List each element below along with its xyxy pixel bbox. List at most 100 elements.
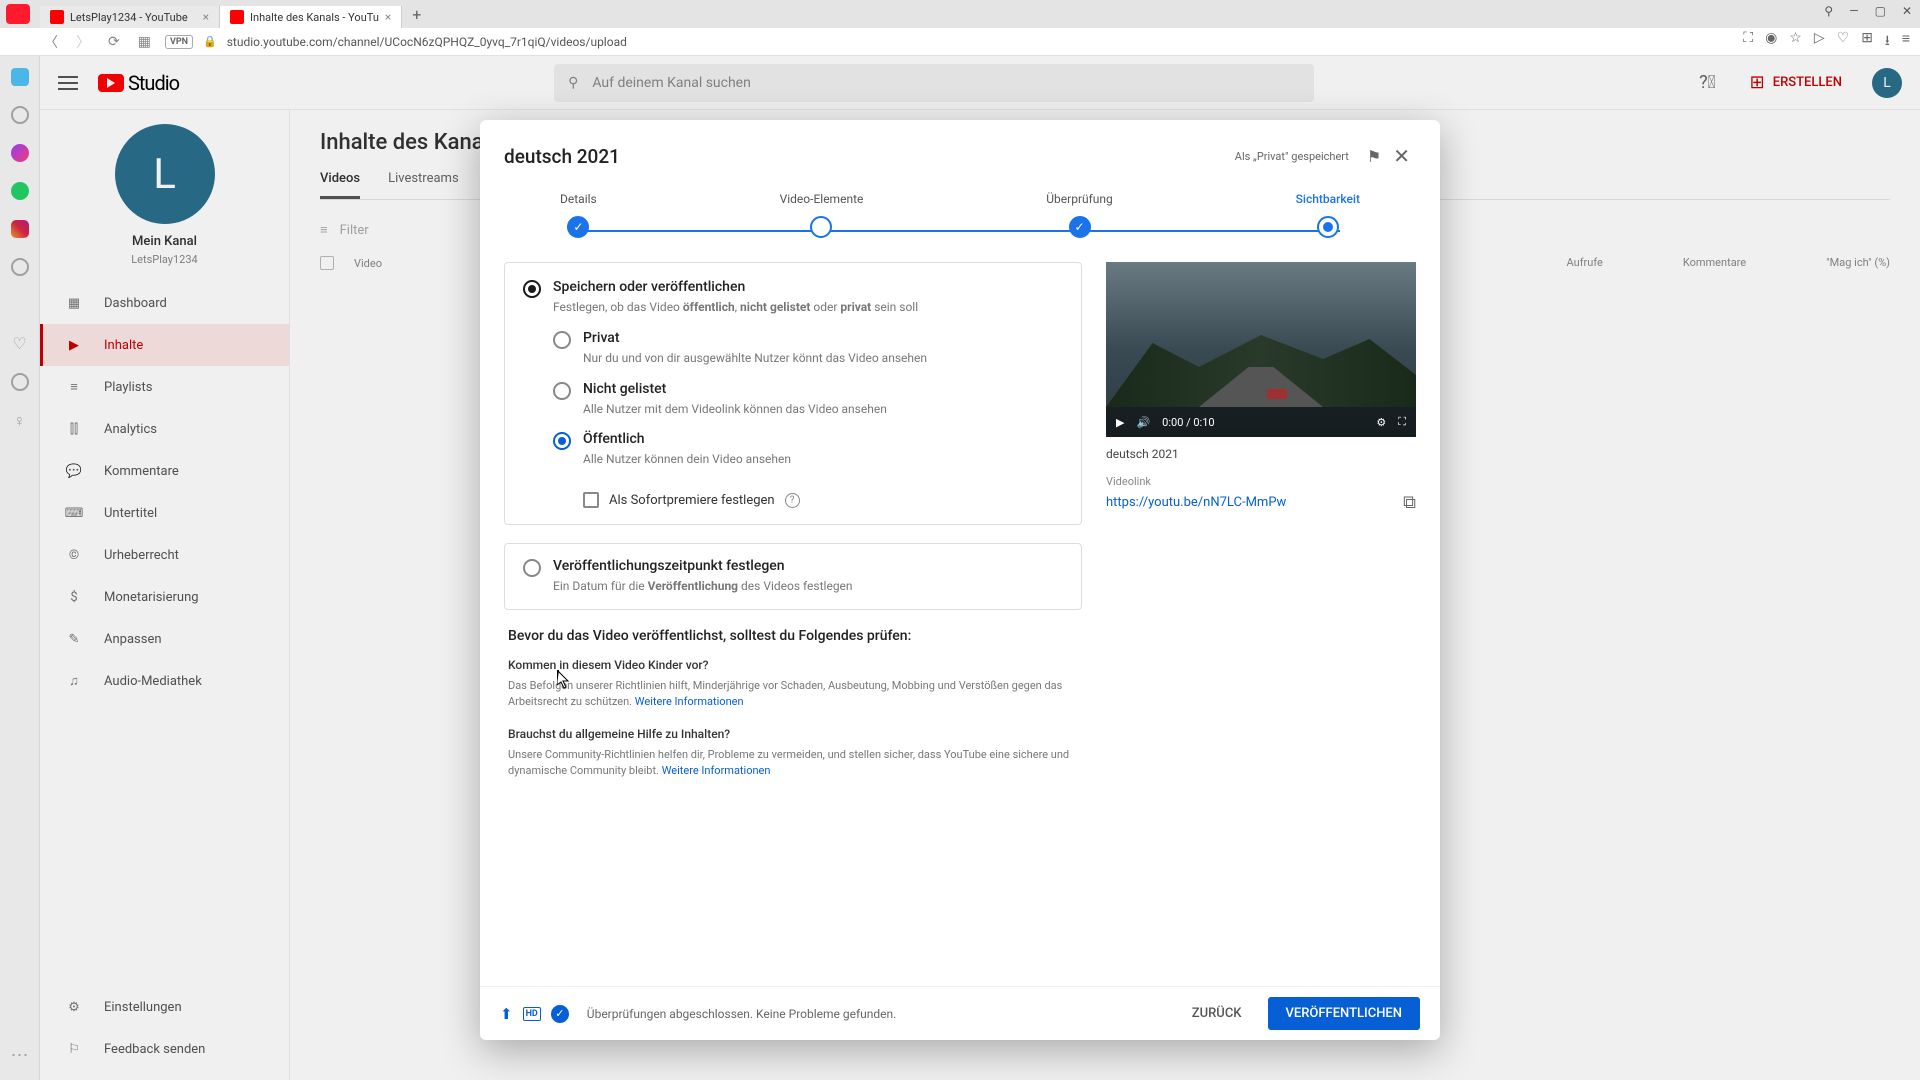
lock-icon[interactable]: 🔒 [203, 35, 217, 48]
radio-schedule[interactable]: Veröffentlichungszeitpunkt festlegen Ein… [523, 558, 1063, 595]
volume-icon[interactable]: 🔊 [1136, 416, 1150, 429]
snapshot-icon[interactable]: ⛶ [1743, 30, 1753, 54]
radio-unlisted[interactable]: Nicht gelistet Alle Nutzer mit dem Videol… [553, 381, 1063, 418]
option-title: Öffentlich [583, 431, 791, 447]
premiere-checkbox-row[interactable]: Als Sofortpremiere festlegen ? [583, 492, 1063, 508]
preview-panel: ▶ 🔊 0:00 / 0:10 ⚙ ⛶ deutsch 2021 Videoli… [1106, 262, 1416, 986]
tab-title: LetsPlay1234 - YouTube [70, 11, 188, 24]
modal-title: deutsch 2021 [504, 145, 1235, 168]
youtube-favicon [230, 10, 244, 24]
step-label: Überprüfung [1046, 192, 1113, 206]
option-title: Speichern oder veröffentlichen [553, 279, 918, 295]
preview-title: deutsch 2021 [1106, 447, 1416, 461]
radio-icon [553, 432, 571, 450]
kids-text: Das Befolgen unserer Richtlinien hilft, … [508, 678, 1078, 711]
back-icon[interactable]: 〈 [40, 32, 62, 52]
step-label: Video-Elemente [780, 192, 864, 206]
send-icon[interactable]: ▷ [1814, 30, 1825, 54]
link-label: Videolink [1106, 475, 1416, 488]
url-text[interactable]: studio.youtube.com/channel/UCocN6zQPHQZ_… [227, 35, 1734, 49]
link-row: https://youtu.be/nN7LC-MmPw ⧉ [1106, 492, 1416, 513]
play-icon[interactable]: ▶ [1116, 416, 1124, 429]
extensions-icon[interactable]: ⊞ [1861, 30, 1873, 54]
speed-dial-icon[interactable]: ▦ [134, 34, 155, 50]
radio-icon [523, 280, 541, 298]
tab-title: Inhalte des Kanals - YouTu [250, 11, 379, 24]
upload-modal: deutsch 2021 Als „Privat" gespeichert ⚑ … [480, 120, 1440, 1040]
upload-icon: ⬆ [500, 1005, 513, 1023]
option-desc: Ein Datum für die Veröffentlichung des V… [553, 578, 853, 595]
close-modal-icon[interactable]: ✕ [1387, 138, 1416, 174]
more-info-link[interactable]: Weitere Informationen [662, 764, 771, 777]
heart-icon[interactable]: ♡ [1837, 30, 1850, 54]
option-title: Privat [583, 330, 927, 346]
modal-header: deutsch 2021 Als „Privat" gespeichert ⚑ … [480, 120, 1440, 192]
footer-status: Überprüfungen abgeschlossen. Keine Probl… [587, 1007, 1166, 1021]
more-info-link[interactable]: Weitere Informationen [635, 695, 744, 708]
vpn-badge[interactable]: VPN [165, 35, 193, 49]
close-tab-icon[interactable]: × [385, 10, 391, 24]
modal-footer: ⬆ HD ✓ Überprüfungen abgeschlossen. Kein… [480, 986, 1440, 1040]
close-window-icon[interactable]: ✕ [1902, 4, 1912, 18]
camera-icon[interactable]: ◉ [1765, 30, 1777, 54]
video-time: 0:00 / 0:10 [1162, 416, 1214, 429]
save-publish-card: Speichern oder veröffentlichen Festlegen… [504, 262, 1082, 525]
browser-tab-active[interactable]: Inhalte des Kanals - YouTu × [220, 6, 402, 28]
premiere-label: Als Sofortpremiere festlegen [609, 493, 775, 508]
help-question: Brauchst du allgemeine Hilfe zu Inhalten… [508, 727, 1078, 741]
option-desc: Nur du und von dir ausgewählte Nutzer kö… [583, 350, 927, 367]
feedback-icon[interactable]: ⚑ [1361, 141, 1387, 172]
video-preview[interactable]: ▶ 🔊 0:00 / 0:10 ⚙ ⛶ [1106, 262, 1416, 437]
minimize-icon[interactable]: — [1849, 4, 1858, 18]
maximize-icon[interactable]: ▢ [1875, 4, 1886, 18]
forward-icon[interactable]: 〉 [72, 32, 94, 52]
option-title: Nicht gelistet [583, 381, 887, 397]
radio-icon [553, 382, 571, 400]
option-title: Veröffentlichungszeitpunkt festlegen [553, 558, 853, 574]
radio-icon [523, 559, 541, 577]
option-desc: Alle Nutzer können dein Video ansehen [583, 451, 791, 468]
copy-icon[interactable]: ⧉ [1403, 492, 1416, 513]
window-controls: ⚲ — ▢ ✕ [1824, 4, 1912, 18]
radio-public[interactable]: Öffentlich Alle Nutzer können dein Video … [553, 431, 1063, 468]
help-icon[interactable]: ? [785, 493, 800, 508]
help-text: Unsere Community-Richtlinien helfen dir,… [508, 747, 1078, 780]
video-controls: ▶ 🔊 0:00 / 0:10 ⚙ ⛶ [1106, 407, 1416, 437]
browser-tab[interactable]: LetsPlay1234 - YouTube × [40, 6, 220, 28]
step-label: Sichtbarkeit [1296, 192, 1360, 206]
step-details[interactable]: Details✓ [560, 192, 597, 238]
before-publish-section: Bevor du das Video veröffentlichst, soll… [504, 628, 1082, 780]
option-desc: Alle Nutzer mit dem Videolink können das… [583, 401, 887, 418]
publish-button[interactable]: VERÖFFENTLICHEN [1268, 997, 1420, 1030]
checkbox-icon [583, 492, 599, 508]
new-tab-button[interactable]: + [402, 1, 431, 28]
opera-menu-button[interactable] [6, 4, 30, 24]
close-tab-icon[interactable]: × [203, 10, 209, 24]
step-label: Details [560, 192, 597, 206]
step-visibility[interactable]: Sichtbarkeit [1296, 192, 1360, 238]
before-title: Bevor du das Video veröffentlichst, soll… [508, 628, 1078, 644]
check-icon: ✓ [551, 1005, 569, 1023]
back-button[interactable]: ZURÜCK [1176, 998, 1258, 1029]
step-review[interactable]: Überprüfung✓ [1046, 192, 1113, 238]
menu-icon[interactable]: ≡ [1902, 30, 1910, 54]
youtube-favicon [50, 10, 64, 24]
option-desc: Festlegen, ob das Video öffentlich, nich… [553, 299, 918, 316]
radio-save-publish[interactable]: Speichern oder veröffentlichen Festlegen… [523, 279, 1063, 316]
bookmark-icon[interactable]: ☆ [1789, 30, 1802, 54]
saved-status: Als „Privat" gespeichert [1235, 150, 1349, 163]
radio-private[interactable]: Privat Nur du und von dir ausgewählte Nut… [553, 330, 1063, 367]
modal-body: Speichern oder veröffentlichen Festlegen… [480, 262, 1440, 986]
reload-icon[interactable]: ⟳ [104, 34, 124, 50]
step-elements[interactable]: Video-Elemente [780, 192, 864, 238]
schedule-card: Veröffentlichungszeitpunkt festlegen Ein… [504, 543, 1082, 610]
settings-icon[interactable]: ⚙ [1376, 416, 1386, 429]
browser-tab-bar: LetsPlay1234 - YouTube × Inhalte des Kan… [0, 0, 1920, 28]
video-link[interactable]: https://youtu.be/nN7LC-MmPw [1106, 495, 1286, 510]
search-browser-icon[interactable]: ⚲ [1824, 4, 1833, 18]
hd-icon: HD [523, 1007, 541, 1021]
address-bar-row: 〈 〉 ⟳ ▦ VPN 🔒 studio.youtube.com/channel… [0, 28, 1920, 56]
download-icon[interactable]: ⭳ [1885, 30, 1890, 54]
kids-question: Kommen in diesem Video Kinder vor? [508, 658, 1078, 672]
fullscreen-icon[interactable]: ⛶ [1398, 415, 1406, 429]
